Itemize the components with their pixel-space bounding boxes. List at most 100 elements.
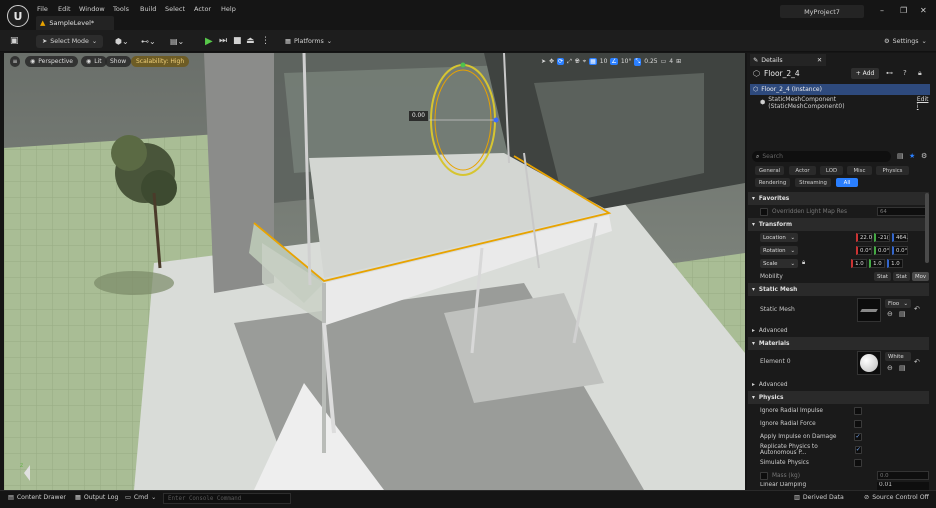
move-tool-icon[interactable]: ✥ <box>549 58 554 65</box>
scale-tool-icon[interactable]: ⤢ <box>567 58 572 66</box>
menu-help[interactable]: Help <box>221 5 236 13</box>
menu-select[interactable]: Select <box>165 5 185 13</box>
browse-arrow-icon[interactable]: ⊖ <box>887 310 893 318</box>
menu-edit[interactable]: Edit <box>58 5 71 13</box>
category-physics[interactable]: Physics <box>876 166 909 175</box>
camera-speed-icon[interactable]: ▭ <box>661 58 667 65</box>
menu-build[interactable]: Build <box>140 5 156 13</box>
show-button[interactable]: Show <box>105 56 132 67</box>
component-row[interactable]: ⬢ StaticMeshComponent (StaticMeshComponen… <box>760 96 932 110</box>
mobility-static-1[interactable]: Stat <box>874 272 891 281</box>
simulate-physics-checkbox[interactable] <box>854 458 862 467</box>
rotation-y[interactable]: 0.0° <box>874 246 890 255</box>
content-drawer-button[interactable]: ▤ Content Drawer <box>8 494 66 501</box>
rotation-x[interactable]: 0.0° <box>856 246 872 255</box>
menu-tools[interactable]: Tools <box>113 5 129 13</box>
location-x[interactable]: 22.0 <box>856 233 872 242</box>
location-dropdown[interactable]: Location ⌄ <box>760 233 798 242</box>
scale-z[interactable]: 1.0 <box>887 259 904 268</box>
scale-lock-icon[interactable]: 🔒︎ <box>802 260 805 267</box>
blueprint-add-icon[interactable]: ⊷ <box>886 69 893 77</box>
scalability-button[interactable]: Scalability: High <box>131 56 190 67</box>
minimize-icon[interactable]: – <box>880 6 884 15</box>
scale-snap-value[interactable]: 0.25 <box>644 58 657 65</box>
camera-speed-value[interactable]: 4 <box>669 58 673 65</box>
cinematics-icon[interactable]: ▤⌄ <box>170 34 184 48</box>
menu-actor[interactable]: Actor <box>194 5 211 13</box>
step-icon[interactable]: ⏭ <box>219 34 227 48</box>
mass-checkbox[interactable] <box>760 471 768 480</box>
surface-snap-icon[interactable]: ⌖ <box>583 58 586 66</box>
category-all[interactable]: All <box>836 178 858 187</box>
category-general[interactable]: General <box>755 166 784 175</box>
override-checkbox[interactable] <box>760 207 768 216</box>
eject-icon[interactable]: ⏏ <box>246 34 255 48</box>
material-folder-icon[interactable]: ▤ <box>899 364 906 372</box>
scale-dropdown[interactable]: Scale ⌄ <box>760 259 798 268</box>
mobility-movable[interactable]: Mov <box>912 272 929 281</box>
stop-icon[interactable]: ■ <box>233 34 242 48</box>
output-log-button[interactable]: ▦ Output Log <box>75 494 118 501</box>
category-rendering[interactable]: Rendering <box>755 178 790 187</box>
mass-value[interactable]: 0.0 <box>877 471 929 480</box>
transform-header[interactable]: ▾ Transform <box>748 218 929 231</box>
angle-snap-value[interactable]: 10° <box>621 58 632 65</box>
select-tool-icon[interactable]: ➤ <box>541 58 546 65</box>
details-settings-icon[interactable]: ⚙ <box>921 152 927 160</box>
settings-button[interactable]: ⚙ Settings ⌄ <box>884 34 927 48</box>
physics-header[interactable]: ▾ Physics <box>748 391 929 404</box>
apply-impulse-checkbox[interactable]: ✓ <box>854 432 862 441</box>
scale-y[interactable]: 1.0 <box>869 259 886 268</box>
mesh-thumbnail[interactable] <box>857 298 881 322</box>
close-icon[interactable]: ✕ <box>920 6 927 15</box>
static-mesh-picker[interactable]: Floo ⌄ <box>885 299 911 308</box>
hamburger-icon[interactable]: ≡ <box>10 56 20 67</box>
override-value[interactable]: 64 <box>877 207 929 216</box>
material-reset-icon[interactable]: ↶ <box>914 358 920 366</box>
location-z[interactable]: 464. <box>892 233 908 242</box>
details-tab[interactable]: ✎ Details ✕ <box>750 54 826 66</box>
rotation-dropdown[interactable]: Rotation ⌄ <box>760 246 798 255</box>
edit-link[interactable]: Edit i <box>917 96 932 110</box>
perspective-button[interactable]: ◉ Perspective <box>25 56 78 67</box>
advanced-row-2[interactable]: ▸ Advanced <box>748 378 929 391</box>
ignore-radial-force-checkbox[interactable] <box>854 419 862 428</box>
blueprint-icon[interactable]: ⊷⌄ <box>141 34 156 48</box>
material-picker[interactable]: White <box>885 352 911 361</box>
static-mesh-header[interactable]: ▾ Static Mesh <box>748 283 929 296</box>
mobility-static-2[interactable]: Stat <box>893 272 910 281</box>
save-icon[interactable]: ▣ <box>10 34 19 48</box>
more-options-icon[interactable]: ⋮ <box>261 34 270 48</box>
rotation-z[interactable]: 0.0° <box>892 246 908 255</box>
materials-header[interactable]: ▾ Materials <box>748 337 929 350</box>
advanced-row-1[interactable]: ▸ Advanced <box>748 324 929 337</box>
cmd-button[interactable]: ▭ Cmd ⌄ <box>125 494 156 501</box>
scale-snap-icon[interactable]: ⤡ <box>634 57 642 66</box>
select-mode-button[interactable]: ➤ Select Mode ⌄ <box>36 34 104 48</box>
world-space-icon[interactable]: 🌐︎ <box>575 58 580 66</box>
grid-snap-value[interactable]: 10 <box>600 58 608 65</box>
close-tab-icon[interactable]: ✕ <box>817 57 822 64</box>
details-scrollbar[interactable] <box>925 193 929 263</box>
table-view-icon[interactable]: ▤ <box>897 152 904 160</box>
replicate-physics-checkbox[interactable]: ✓ <box>854 445 862 454</box>
material-thumbnail[interactable] <box>857 351 881 375</box>
reset-icon[interactable]: ↶ <box>914 305 920 313</box>
viewport-layout-icon[interactable]: ⊞ <box>676 58 681 65</box>
angle-snap-icon[interactable]: ∠ <box>610 58 618 65</box>
source-control-button[interactable]: ⊘ Source Control Off <box>864 494 929 501</box>
level-tab[interactable]: ▲ SampleLevel* <box>36 16 114 30</box>
console-input[interactable]: Enter Console Command <box>163 493 291 504</box>
lit-button[interactable]: ◉ Lit <box>81 56 107 67</box>
unreal-logo-icon[interactable]: U <box>7 5 29 27</box>
location-y[interactable]: -21( <box>874 233 890 242</box>
category-actor[interactable]: Actor <box>789 166 816 175</box>
grid-snap-icon[interactable]: ▦ <box>589 58 597 65</box>
level-viewport[interactable]: z ≡ ◉ Perspective ◉ Lit Show Scalability: … <box>4 53 745 490</box>
maximize-icon[interactable]: ❐ <box>900 6 907 15</box>
lock-icon[interactable]: 🔒︎ <box>918 69 922 78</box>
play-icon[interactable]: ▶ <box>205 34 213 48</box>
browse-folder-icon[interactable]: ▤ <box>899 310 906 318</box>
category-streaming[interactable]: Streaming <box>795 178 831 187</box>
menu-window[interactable]: Window <box>79 5 105 13</box>
